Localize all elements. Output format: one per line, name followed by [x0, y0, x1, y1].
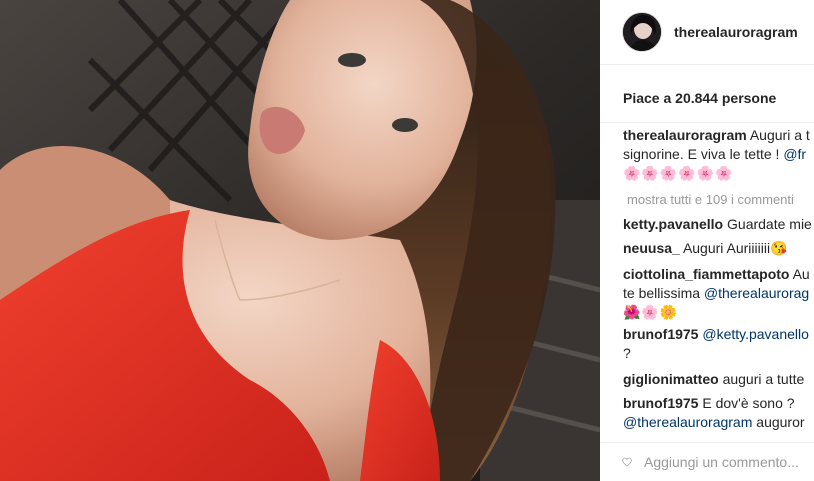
comment-text: E dov'è sono ?	[702, 395, 795, 411]
comment-item: ketty.pavanello Guardate mie	[623, 215, 812, 234]
emoji-row: 🌸🌸🌸🌸🌸🌸	[623, 165, 734, 181]
divider	[600, 122, 814, 123]
post-photo[interactable]	[0, 0, 600, 481]
comment-username[interactable]: therealauroragram	[623, 127, 747, 143]
comment-username[interactable]: ketty.pavanello	[623, 216, 723, 232]
comment-text: Au	[792, 266, 810, 282]
comment-item: therealauroragram Auguri a t signorine. …	[623, 126, 810, 183]
comment-username[interactable]: brunof1975	[623, 395, 698, 411]
comment-text: Auguri Auriiiiiii😘	[682, 240, 788, 256]
comment-text-line2: signorine. E viva le tette !	[623, 146, 784, 162]
profile-photo-icon	[623, 13, 661, 51]
comment-item: giglionimatteo auguri a tutte	[623, 370, 804, 389]
comment-text-line2: te bellissima	[623, 285, 704, 301]
comment-text: Guardate mie	[727, 216, 812, 232]
comment-text: Auguri a t	[749, 127, 810, 143]
add-comment-bar	[600, 442, 814, 481]
comment-text-line2: auguror	[752, 414, 805, 430]
username-link[interactable]: therealauroragram	[674, 24, 798, 40]
comment-item: ciottolina_fiammettapoto Au te bellissim…	[623, 265, 810, 322]
add-comment-input[interactable]	[644, 454, 814, 470]
comment-username[interactable]: ciottolina_fiammettapoto	[623, 266, 789, 282]
comment-username[interactable]: giglionimatteo	[623, 371, 719, 387]
likes-count[interactable]: Piace a 20.844 persone	[623, 90, 776, 106]
mention-link[interactable]: @therealaurorag	[704, 285, 809, 301]
mention-link[interactable]: @therealauroragram	[623, 414, 752, 430]
comment-item: neuusa_ Auguri Auriiiiiii😘	[623, 239, 788, 258]
mention-link[interactable]: @ketty.pavanello	[702, 326, 809, 342]
comment-item: brunof1975 E dov'è sono ? @therealaurora…	[623, 394, 805, 432]
post-sidebar: therealauroragram Piace a 20.844 persone…	[600, 0, 814, 481]
heart-outline-icon[interactable]	[622, 451, 632, 473]
avatar[interactable]	[622, 12, 662, 52]
comment-item: brunof1975 @ketty.pavanello ?	[623, 325, 809, 363]
selfie-image	[0, 0, 600, 481]
comment-text-line2: ?	[623, 345, 631, 361]
emoji-row: 🌺🌸🌼	[623, 304, 679, 320]
show-all-comments-link[interactable]: mostra tutti e 109 i commenti	[627, 190, 794, 209]
comment-username[interactable]: neuusa_	[623, 240, 680, 256]
mention-link[interactable]: @fr	[783, 146, 806, 162]
comment-text: auguri a tutte	[722, 371, 805, 387]
post-header: therealauroragram	[600, 0, 814, 65]
comment-username[interactable]: brunof1975	[623, 326, 698, 342]
